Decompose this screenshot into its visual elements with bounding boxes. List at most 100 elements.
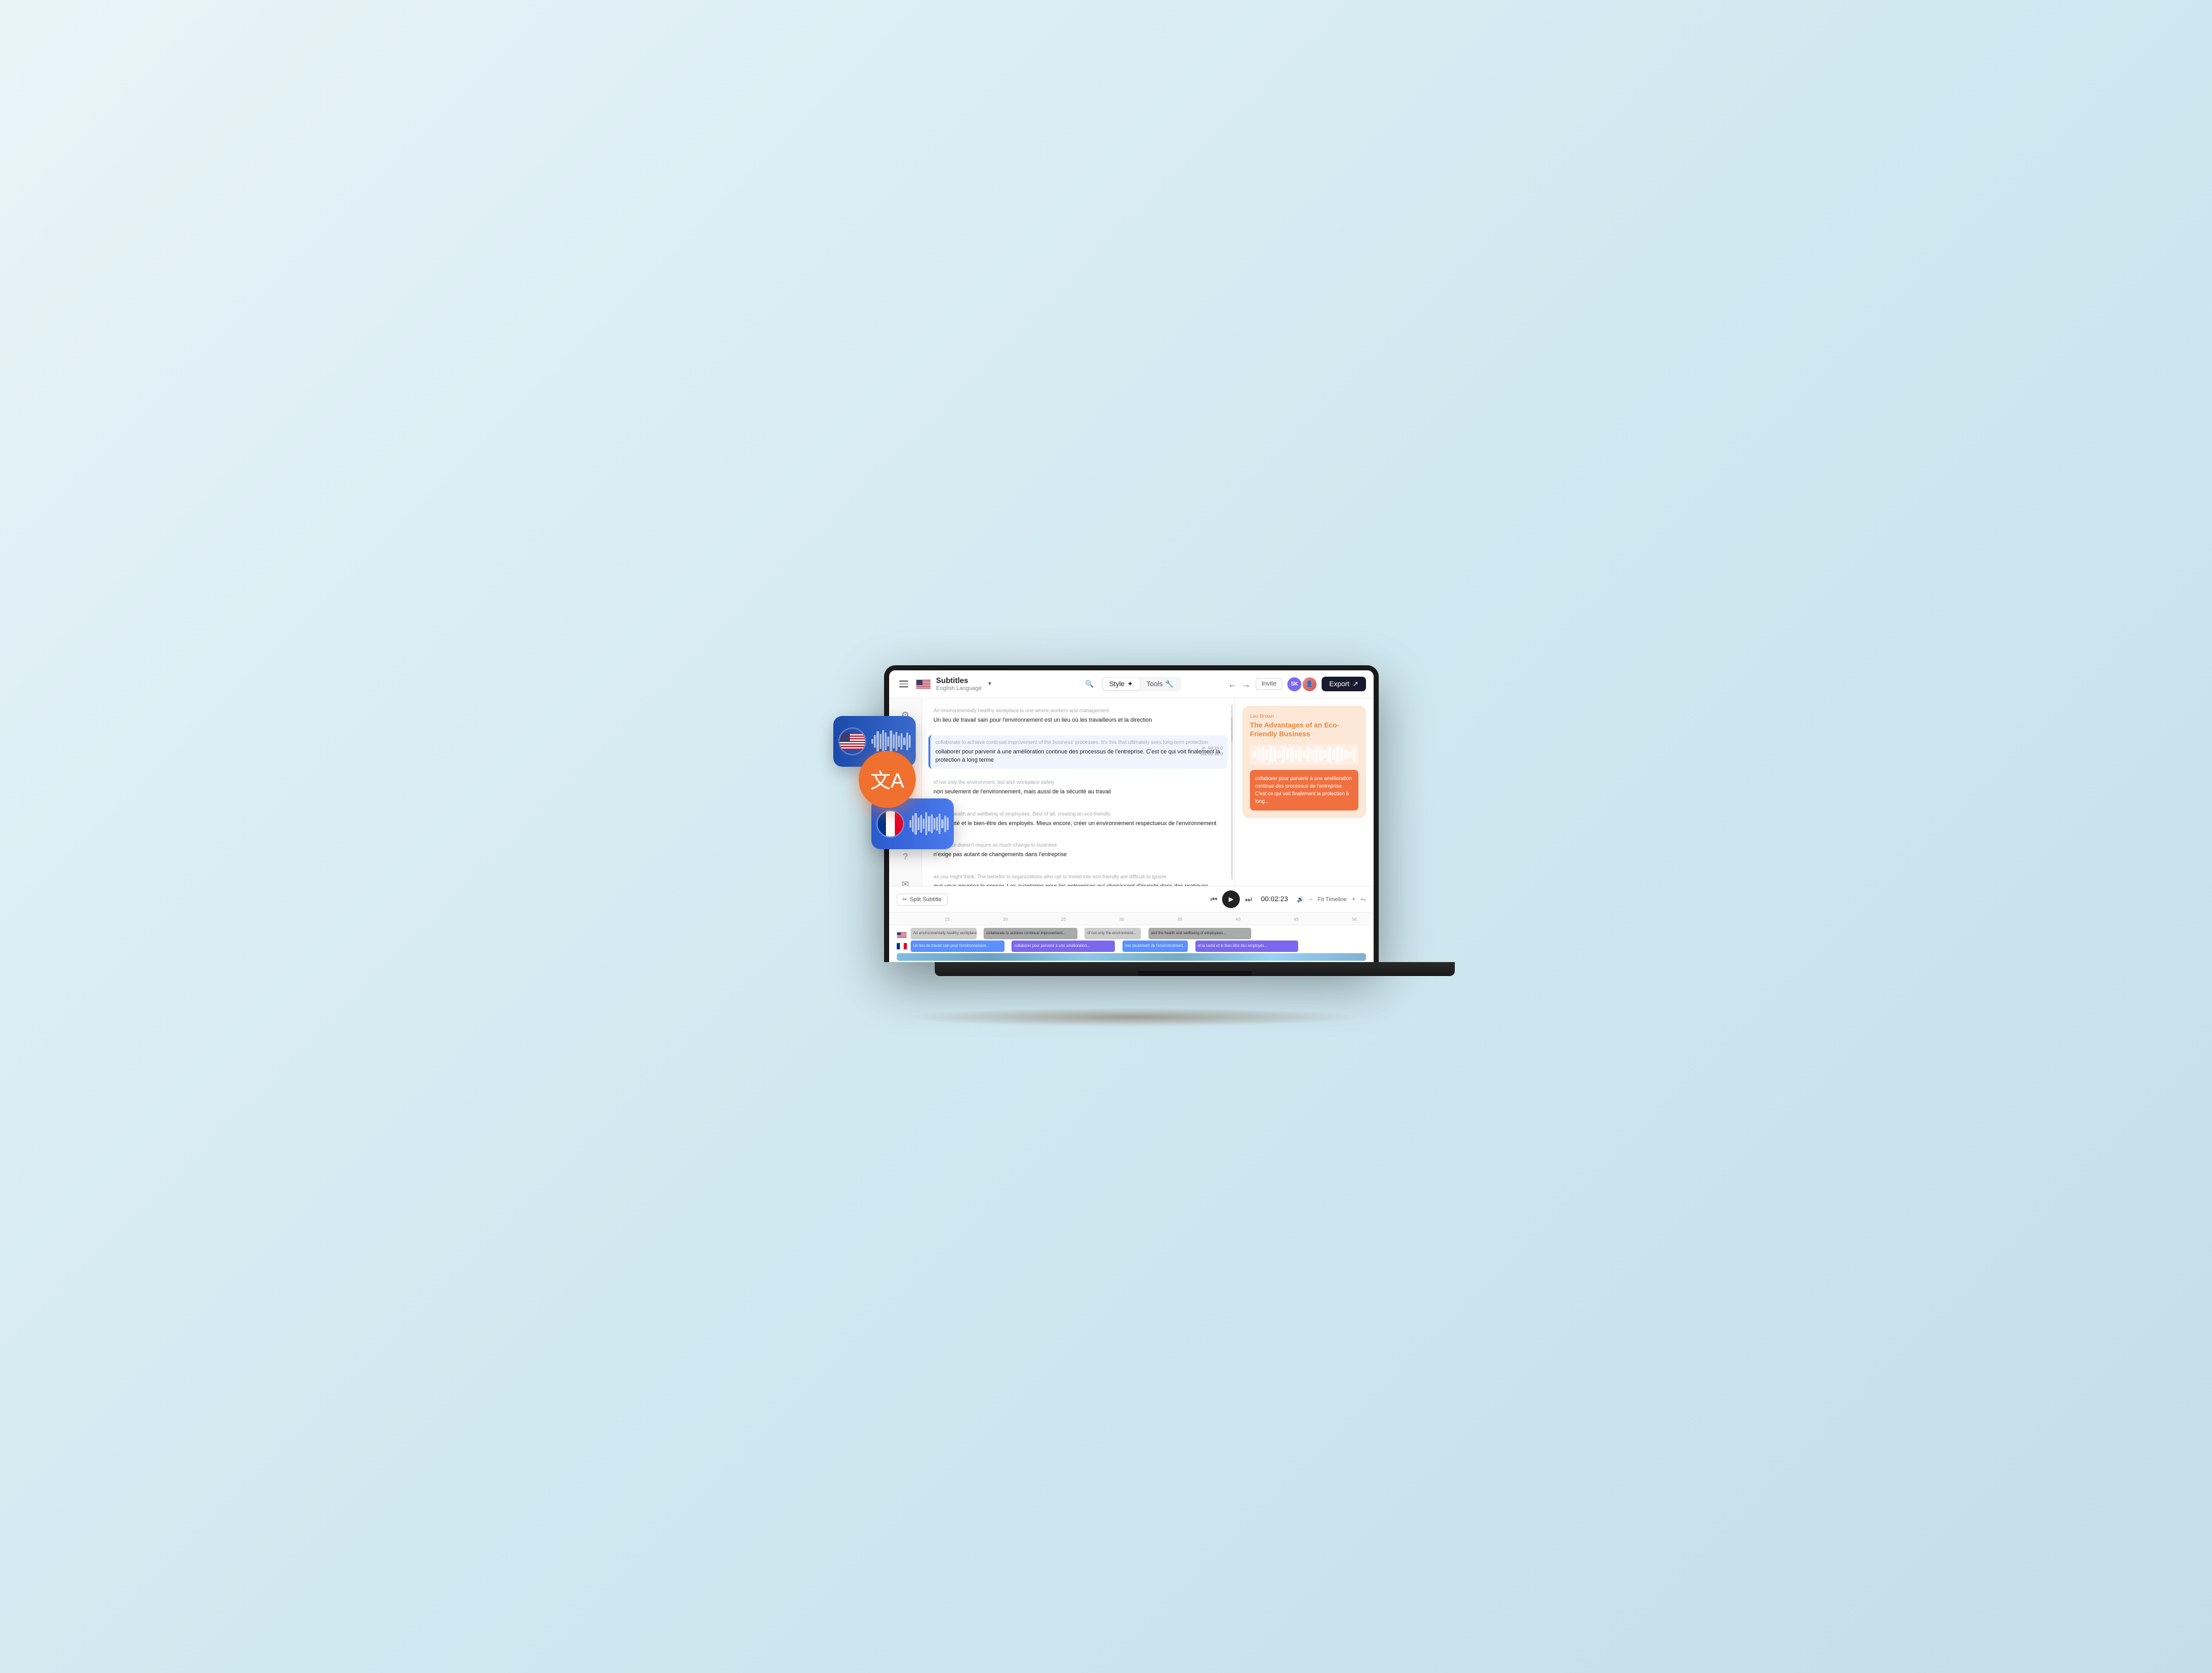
ruler-mark-35: 35 <box>1177 918 1182 922</box>
laptop-shadow <box>903 1008 1360 1027</box>
app-ui: Subtitles English Language ▾ 🔍 Style ✦ <box>889 670 1374 962</box>
style-icon: ✦ <box>1127 680 1133 688</box>
app-title-group: Subtitles English Language <box>936 676 982 692</box>
fr-segment-3[interactable]: non seulement de l'environnement... <box>1122 941 1188 952</box>
sidebar-item-message[interactable]: ✉ <box>892 875 920 886</box>
track-flag-fr <box>897 943 907 949</box>
subtitle-block-1: An environmentally healthy workplace is … <box>928 703 1228 729</box>
track-row-en: An environmentally healthy workplace is … <box>897 928 1366 939</box>
subtitle-original-5: workplace doesn't require as much change… <box>934 842 1223 849</box>
subtitle-block-2: collaborate to achieve continual improve… <box>928 735 1228 769</box>
subtitle-block-6: as you might think. The benefits to orga… <box>928 869 1228 886</box>
subtitle-block-4: and the health and wellbeing of employee… <box>928 807 1228 832</box>
fr-segment-2[interactable]: collaborer pour parvenir à une améliorat… <box>1012 941 1115 952</box>
user-avatar: 👤 <box>1303 677 1317 691</box>
track-flag-en <box>897 930 907 937</box>
fast-forward-button[interactable]: ⏭ <box>1245 895 1252 904</box>
fr-segment-1[interactable]: Un lieu de travail sain pour l'environne… <box>911 941 1005 952</box>
style-tools-tabs: Style ✦ Tools 🔧 <box>1102 677 1181 691</box>
split-subtitle-button[interactable]: ✂ Split Subtitle <box>897 894 947 906</box>
tab-tools[interactable]: Tools 🔧 <box>1140 678 1180 690</box>
app-subtitle: English Language <box>936 685 982 692</box>
time-display: 00:02:23 <box>1257 895 1292 903</box>
ruler-mark-50: 50 <box>1352 918 1357 922</box>
playback-controls: ⏮ ▶ ⏭ 00:02:23 <box>1211 890 1292 908</box>
subtitle-translated-1[interactable]: Un lieu de travail sain pour l'environne… <box>934 716 1223 725</box>
invite-button[interactable]: Invite <box>1256 678 1282 690</box>
subtitle-highlight-card: collaborer pour parvenir à une améliorat… <box>1250 770 1358 810</box>
volume-icon[interactable]: 🔊 <box>1297 896 1304 903</box>
message-icon: ✉ <box>902 879 909 886</box>
subtitle-highlight-text: collaborer pour parvenir à une améliorat… <box>1255 775 1353 805</box>
timeline-controls: ✂ Split Subtitle ⏮ ▶ ⏭ 00:02:23 🔊 − <box>889 887 1374 913</box>
main-content: ⚙ Settings ↑ Upload T Text ≡ <box>889 698 1374 886</box>
fr-segment-4[interactable]: et la santé et le bien-être des employés… <box>1195 941 1299 952</box>
laptop-screen: Subtitles English Language ▾ 🔍 Style ✦ <box>889 670 1374 962</box>
timeline-ruler: 15 20 25 30 35 40 45 50 <box>889 913 1374 925</box>
menu-icon[interactable] <box>897 678 911 690</box>
scroll-indicator <box>1231 705 1233 880</box>
back-arrow-icon[interactable]: ← <box>1228 679 1237 689</box>
app-header: Subtitles English Language ▾ 🔍 Style ✦ <box>889 670 1374 698</box>
timeline-tracks: An environmentally healthy workplace is … <box>889 925 1374 962</box>
subtitle-original-6: as you might think. The benefits to orga… <box>934 873 1223 880</box>
track-row-audio <box>897 953 1366 961</box>
subtitle-original-2: collaborate to achieve continual improve… <box>935 739 1223 746</box>
en-segment-1[interactable]: An environmentally healthy workplace is … <box>911 928 977 939</box>
search-button[interactable]: 🔍 <box>1081 676 1098 693</box>
translate-icon: 文A <box>870 765 904 794</box>
audio-card: Leo Brown The Advantages of an Eco-Frien… <box>1242 706 1366 818</box>
export-button[interactable]: Export ↗ <box>1322 677 1366 691</box>
zoom-out-icon[interactable]: − <box>1309 896 1312 902</box>
audio-waveform <box>1250 745 1358 765</box>
fr-waveform <box>909 811 949 836</box>
scene: 文A <box>821 640 1391 1033</box>
play-button[interactable]: ▶ <box>1222 890 1240 908</box>
subtitle-original-4: and the health and wellbeing of employee… <box>934 810 1223 817</box>
title-dropdown-icon[interactable]: ▾ <box>988 680 991 687</box>
subtitle-block-3: of not only the environment, but also wo… <box>928 775 1228 800</box>
subtitle-original-3: of not only the environment, but also wo… <box>934 779 1223 786</box>
sidebar-item-help[interactable]: ? <box>892 847 920 865</box>
export-icon: ↗ <box>1353 680 1358 688</box>
subtitle-translated-2[interactable]: collaborer pour parvenir à une améliorat… <box>935 748 1223 765</box>
editor-panel: An environmentally healthy workplace is … <box>922 698 1234 886</box>
subtitle-translated-6[interactable]: que vous pourriez le penser. Les avantag… <box>934 882 1223 886</box>
app-title: Subtitles <box>936 676 982 685</box>
tools-icon: 🔧 <box>1165 680 1174 688</box>
ruler-mark-40: 40 <box>1235 918 1240 922</box>
laptop: Subtitles English Language ▾ 🔍 Style ✦ <box>884 665 1379 962</box>
user-initials-badge: SK <box>1287 677 1301 691</box>
audio-card-title: The Advantages of an Eco-Friendly Busine… <box>1250 721 1358 739</box>
en-segment-4[interactable]: and the health and wellbeing of employee… <box>1148 928 1252 939</box>
rewind-button[interactable]: ⏮ <box>1211 895 1218 904</box>
en-segment-3[interactable]: of not only the environment... <box>1084 928 1141 939</box>
subtitle-block-5: workplace doesn't require as much change… <box>928 838 1228 863</box>
timeline-right-controls: 🔊 − Fit Timeline + 〜 <box>1297 895 1366 904</box>
forward-arrow-icon[interactable]: → <box>1242 679 1251 689</box>
language-flag-us <box>916 679 931 689</box>
audio-card-speaker: Leo Brown <box>1250 713 1358 719</box>
subtitle-translated-5[interactable]: n'exige pas autant de changements dans l… <box>934 850 1223 859</box>
scissors-icon: ✂ <box>902 896 908 903</box>
en-segment-2[interactable]: collaborate to achieve continual improve… <box>984 928 1077 939</box>
timeline-area: ✂ Split Subtitle ⏮ ▶ ⏭ 00:02:23 🔊 − <box>889 886 1374 962</box>
header-center: 🔍 Style ✦ Tools 🔧 <box>1081 676 1181 693</box>
ruler-mark-45: 45 <box>1294 918 1299 922</box>
ruler-mark-25: 25 <box>1061 918 1066 922</box>
subtitle-translated-3[interactable]: non seulement de l'environnement, mais a… <box>934 788 1223 797</box>
fit-timeline-button[interactable]: Fit Timeline <box>1318 896 1347 902</box>
zoom-in-icon[interactable]: + <box>1352 896 1355 902</box>
us-waveform <box>871 729 911 754</box>
laptop-base <box>935 962 1455 976</box>
header-left: Subtitles English Language ▾ <box>897 676 1081 692</box>
subtitle-timing: in 00:16.0 out 00:34.0 <box>1200 746 1223 757</box>
right-panel: Leo Brown The Advantages of an Eco-Frien… <box>1234 698 1374 886</box>
tab-style[interactable]: Style ✦ <box>1103 678 1140 690</box>
subtitle-translated-4[interactable]: et la santé et le bien-être des employés… <box>934 819 1223 828</box>
translate-button[interactable]: 文A <box>859 751 916 808</box>
ruler-mark-20: 20 <box>1003 918 1008 922</box>
waveform-toggle-icon[interactable]: 〜 <box>1360 895 1366 904</box>
scroll-thumb[interactable] <box>1231 717 1233 743</box>
track-row-fr: Un lieu de travail sain pour l'environne… <box>897 941 1366 952</box>
